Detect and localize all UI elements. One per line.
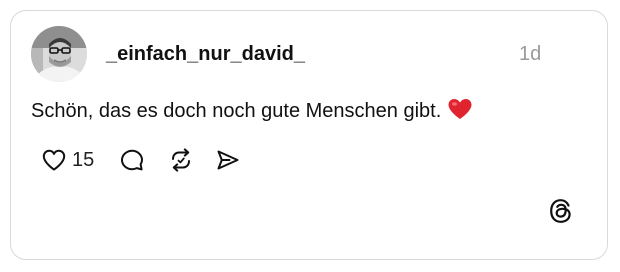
avatar[interactable] (31, 26, 87, 82)
heart-outline-icon (42, 149, 66, 171)
send-icon (217, 150, 239, 170)
like-button[interactable]: 15 (42, 148, 94, 172)
red-heart-emoji (448, 99, 472, 119)
comment-button[interactable] (120, 148, 144, 172)
post-timestamp: 1d (519, 43, 542, 65)
like-count: 15 (72, 149, 95, 171)
comment-bubble-icon (121, 149, 143, 171)
threads-logo-glyph (550, 199, 571, 223)
username[interactable]: _einfach_nur_david_ (106, 42, 305, 66)
avatar-photo (31, 26, 87, 82)
repost-icon (172, 148, 190, 172)
post-text: Schön, das es doch noch gute Menschen gi… (31, 97, 473, 125)
threads-logo-icon[interactable] (548, 198, 574, 224)
post-text-content: Schön, das es doch noch gute Menschen gi… (31, 100, 442, 122)
page: _einfach_nur_david_ 1d Schön, das es doc… (0, 0, 620, 272)
share-button[interactable] (216, 148, 240, 172)
repost-button[interactable] (168, 148, 194, 172)
